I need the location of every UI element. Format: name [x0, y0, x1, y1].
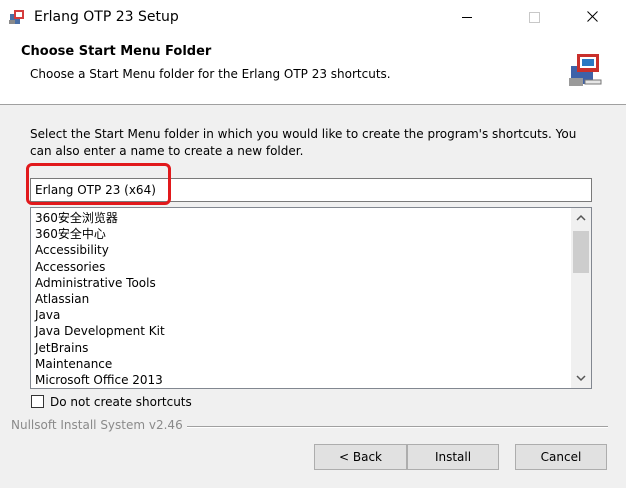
nsis-branding: Nullsoft Install System v2.46 [11, 418, 187, 432]
setup-window: Erlang OTP 23 Setup Choose Start Menu Fo… [0, 0, 626, 488]
folder-list-item[interactable]: 360安全中心 [35, 226, 165, 242]
cancel-button[interactable]: Cancel [515, 444, 607, 470]
scroll-down-button[interactable] [571, 368, 591, 388]
maximize-button [512, 0, 558, 34]
scroll-thumb[interactable] [573, 231, 589, 273]
chevron-up-icon [576, 214, 586, 221]
scroll-up-button[interactable] [571, 208, 591, 228]
folder-list-item[interactable]: 360安全浏览器 [35, 210, 165, 226]
folder-list-item[interactable]: Maintenance [35, 356, 165, 372]
start-menu-folder-input[interactable] [30, 178, 592, 202]
folder-list-item[interactable]: Microsoft Office 2013 [35, 372, 165, 388]
folder-list-item[interactable]: Atlassian [35, 291, 165, 307]
folder-list-item[interactable]: Accessories [35, 259, 165, 275]
install-button[interactable]: Install [407, 444, 499, 470]
back-button[interactable]: < Back [314, 444, 407, 470]
folder-list-item[interactable]: Java [35, 307, 165, 323]
close-button[interactable] [570, 0, 616, 34]
no-shortcuts-label[interactable]: Do not create shortcuts [50, 395, 192, 409]
page-title: Choose Start Menu Folder [21, 44, 212, 59]
minimize-button[interactable] [444, 0, 490, 34]
installer-icon [8, 8, 26, 26]
list-scrollbar[interactable] [571, 208, 591, 388]
instructions-text: Select the Start Menu folder in which yo… [30, 127, 577, 158]
folder-list-item[interactable]: Accessibility [35, 242, 165, 258]
folder-list-item[interactable]: Java Development Kit [35, 323, 165, 339]
installer-box-icon [565, 48, 605, 88]
close-icon [587, 11, 598, 22]
no-shortcuts-checkbox[interactable] [31, 395, 44, 408]
title-bar[interactable]: Erlang OTP 23 Setup [0, 0, 626, 34]
folder-list-item[interactable]: Administrative Tools [35, 275, 165, 291]
page-subtitle: Choose a Start Menu folder for the Erlan… [30, 67, 391, 81]
chevron-down-icon [576, 375, 586, 382]
folder-list-items: 360安全浏览器 360安全中心 Accessibility Accessories A… [35, 210, 165, 388]
folder-list-item[interactable]: JetBrains [35, 340, 165, 356]
page-header: Choose Start Menu Folder Choose a Start … [0, 34, 626, 105]
window-title: Erlang OTP 23 Setup [34, 9, 179, 25]
start-menu-folder-list[interactable]: 360安全浏览器 360安全中心 Accessibility Accessories A… [30, 207, 592, 389]
